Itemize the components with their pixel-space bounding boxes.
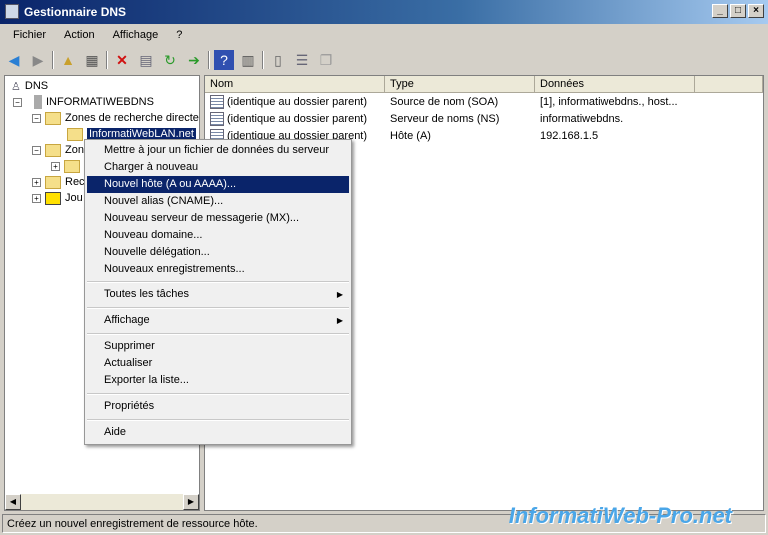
list-icon[interactable]: ☰ <box>292 50 312 70</box>
zone-icon <box>64 159 80 173</box>
column-header-data[interactable]: Données <box>535 76 695 93</box>
tree-dns[interactable]: ♙ DNS <box>11 78 48 94</box>
server-icon <box>34 95 42 109</box>
show-tree-icon[interactable]: ▦ <box>82 50 102 70</box>
maximize-button[interactable]: □ <box>730 4 746 18</box>
help-icon[interactable]: ? <box>214 50 234 70</box>
record-icon <box>210 111 224 126</box>
tree-reverse-zones[interactable]: − Zon <box>32 142 84 158</box>
collapse-icon[interactable]: − <box>13 97 22 107</box>
minimize-button[interactable]: _ <box>712 4 728 18</box>
delete-icon[interactable]: ✕ <box>112 50 132 70</box>
collapse-icon[interactable]: − <box>32 113 41 123</box>
menu-bar: Fichier Action Affichage ? <box>4 26 191 46</box>
title-bar: Gestionnaire DNS _ □ × <box>0 0 768 24</box>
menu-item-all-tasks[interactable]: Toutes les tâches ▶ <box>87 286 349 303</box>
scroll-right-icon[interactable]: ▶ <box>183 494 199 510</box>
collapse-icon[interactable]: − <box>32 145 41 155</box>
folder-icon <box>45 143 61 157</box>
zone-icon <box>67 127 83 141</box>
tree-server[interactable]: − INFORMATIWEBDNS <box>13 94 154 110</box>
server-icon[interactable]: ▯ <box>268 50 288 70</box>
tree-logs[interactable]: + Jou <box>32 190 83 206</box>
table-row[interactable]: (identique au dossier parent) Source de n… <box>205 93 763 110</box>
menu-fichier[interactable]: Fichier <box>4 26 55 46</box>
properties-icon[interactable]: ▤ <box>136 50 156 70</box>
export-icon[interactable]: ➔ <box>184 50 204 70</box>
menu-item-new-host[interactable]: Nouvel hôte (A ou AAAA)... <box>87 176 349 193</box>
tree-forward-zones[interactable]: − Zones de recherche directe <box>32 110 199 126</box>
menu-item-view[interactable]: Affichage ▶ <box>87 312 349 329</box>
menu-item-properties[interactable]: Propriétés <box>87 398 349 415</box>
menu-affichage[interactable]: Affichage <box>104 26 168 46</box>
dns-icon: ♙ <box>11 80 21 93</box>
column-header-type[interactable]: Type <box>385 76 535 93</box>
menu-item-refresh[interactable]: Actualiser <box>87 355 349 372</box>
toolbar: ◀ ▶ ▲ ▦ ✕ ▤ ↻ ➔ ? ▥ ▯ ☰ ❐ <box>4 48 336 72</box>
dns-icon <box>5 4 19 19</box>
action-pane-icon[interactable]: ▥ <box>238 50 258 70</box>
expand-icon[interactable]: + <box>32 177 41 187</box>
menu-item-reload[interactable]: Charger à nouveau <box>87 159 349 176</box>
refresh-icon[interactable]: ↻ <box>160 50 180 70</box>
menu-item-export[interactable]: Exporter la liste... <box>87 372 349 389</box>
menu-item-new-records[interactable]: Nouveaux enregistrements... <box>87 261 349 278</box>
tree-reverse-zone[interactable]: + <box>51 158 80 174</box>
watermark: InformatiWeb-Pro.net <box>508 503 732 528</box>
menu-item-delete[interactable]: Supprimer <box>87 338 349 355</box>
table-row[interactable]: (identique au dossier parent) Serveur de … <box>205 110 763 127</box>
menu-item-new-domain[interactable]: Nouveau domaine... <box>87 227 349 244</box>
menu-item-new-alias[interactable]: Nouvel alias (CNAME)... <box>87 193 349 210</box>
context-menu: Mettre à jour un fichier de données du s… <box>84 139 352 445</box>
log-icon <box>45 191 61 205</box>
submenu-arrow-icon: ▶ <box>336 290 343 299</box>
up-folder-icon[interactable]: ▲ <box>58 50 78 70</box>
folder-icon <box>45 111 61 125</box>
menu-item-new-mx[interactable]: Nouveau serveur de messagerie (MX)... <box>87 210 349 227</box>
window-title: Gestionnaire DNS <box>24 5 127 19</box>
copy-icon[interactable]: ❐ <box>316 50 336 70</box>
menu-item-new-delegation[interactable]: Nouvelle délégation... <box>87 244 349 261</box>
submenu-arrow-icon: ▶ <box>336 316 343 325</box>
folder-icon <box>45 175 61 189</box>
menu-item-help[interactable]: Aide <box>87 424 349 441</box>
expand-icon[interactable]: + <box>51 161 60 171</box>
record-icon <box>210 94 224 109</box>
close-button[interactable]: × <box>748 4 764 18</box>
column-header-name[interactable]: Nom <box>205 76 385 93</box>
horizontal-scrollbar[interactable]: ◀ ▶ <box>5 494 199 510</box>
forward-icon[interactable]: ▶ <box>28 50 48 70</box>
scroll-left-icon[interactable]: ◀ <box>5 494 21 510</box>
expand-icon[interactable]: + <box>32 193 41 203</box>
menu-help[interactable]: ? <box>167 26 191 46</box>
back-icon[interactable]: ◀ <box>4 50 24 70</box>
menu-action[interactable]: Action <box>55 26 104 46</box>
tree-trust-points[interactable]: + Rec <box>32 174 85 190</box>
menu-item-update-file[interactable]: Mettre à jour un fichier de données du s… <box>87 142 349 159</box>
